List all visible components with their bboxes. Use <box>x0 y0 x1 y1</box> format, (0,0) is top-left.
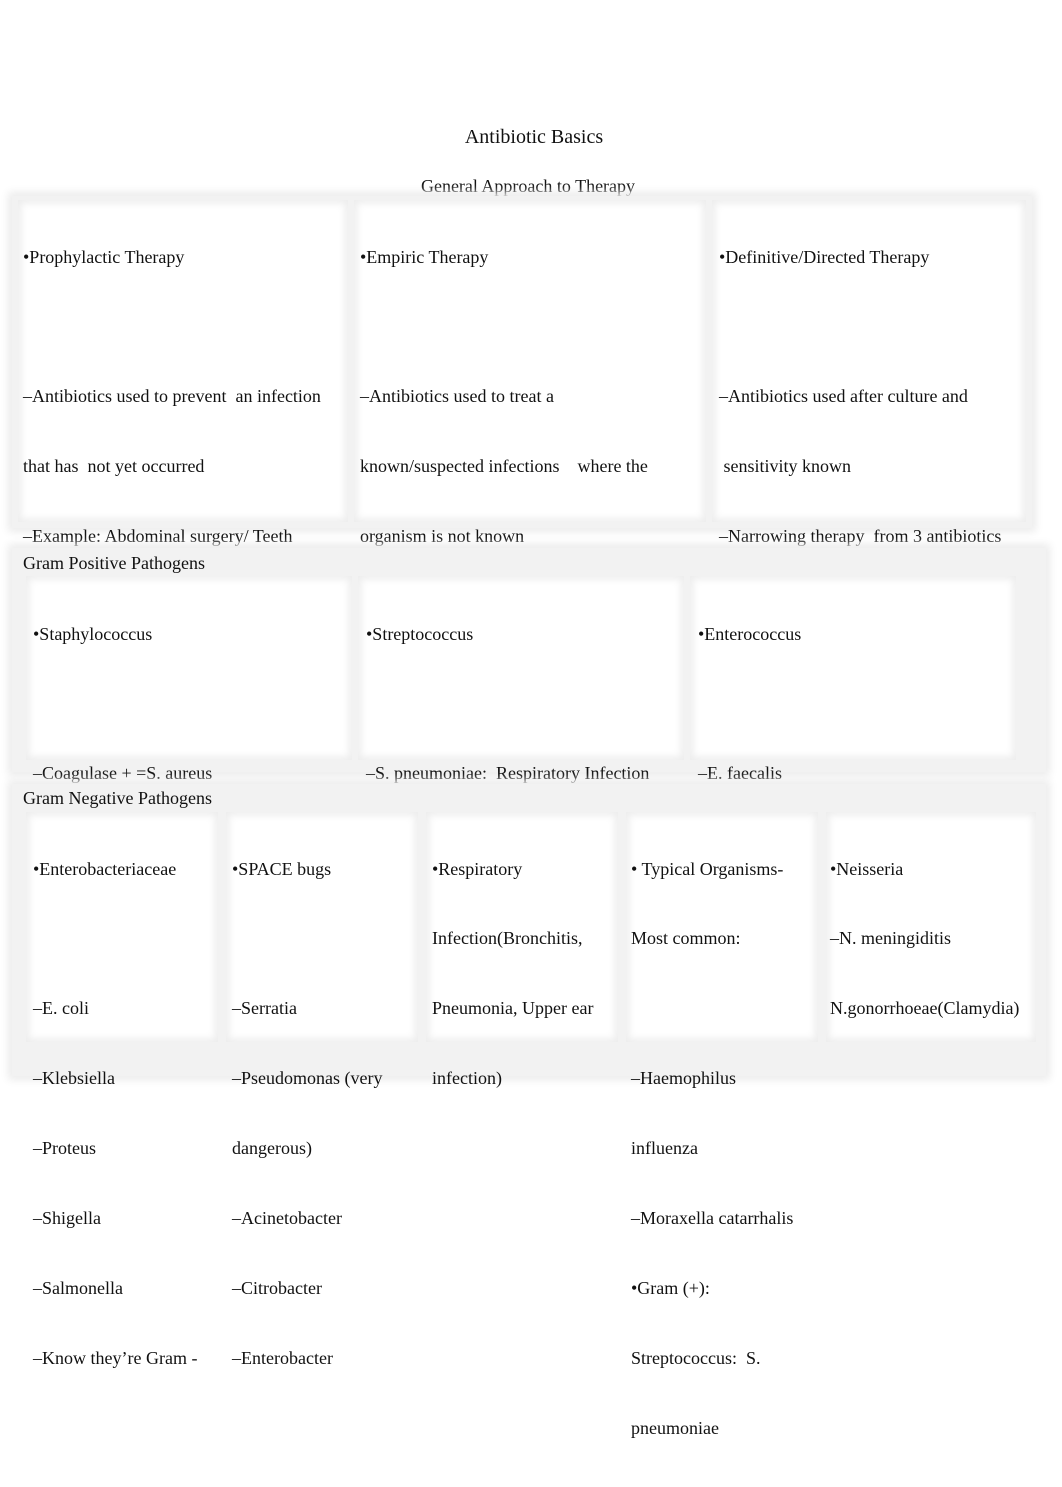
col-heading: •SPACE bugs <box>232 858 332 879</box>
gram-negative-col-enterobacteriaceae: •Enterobacteriaceae –E. coli –Klebsiella… <box>33 811 233 1417</box>
col-line <box>33 927 233 950</box>
col-line: organism is not known <box>360 526 525 547</box>
col-heading: •Empiric Therapy <box>360 246 489 267</box>
col-heading: • Typical Organisms- <box>631 858 784 879</box>
col-line: –Acinetobacter <box>232 1208 342 1229</box>
col-line: –Shigella <box>33 1208 101 1229</box>
col-line: –Example: Abdominal surgery/ Teeth <box>23 526 293 547</box>
col-line: that has not yet occurred <box>23 456 205 477</box>
col-line: influenza <box>631 1138 698 1159</box>
col-line: sensitivity known <box>719 456 852 477</box>
col-line: –Narrowing therapy from 3 antibiotics <box>719 526 1002 547</box>
col-line: –Antibiotics used to treat a <box>360 386 554 407</box>
gram-negative-col-space-bugs: •SPACE bugs –Serratia –Pseudomonas (very… <box>232 811 432 1417</box>
col-line: –Coagulase + =S. aureus <box>33 763 213 784</box>
col-line <box>23 315 353 338</box>
gram-negative-col-respiratory: •Respiratory Infection(Bronchitis, Pneum… <box>432 811 632 1137</box>
col-line: –E. coli <box>33 998 89 1019</box>
col-line: –Salmonella <box>33 1277 123 1298</box>
gram-negative-col-typical-organisms: • Typical Organisms- Most common: –Haemo… <box>631 811 831 1487</box>
document-title: Antibiotic Basics <box>464 126 604 148</box>
col-line: –Citrobacter <box>232 1277 322 1298</box>
col-line: •Gram (+): <box>631 1277 710 1298</box>
col-line: –Moraxella catarrhalis <box>631 1208 794 1229</box>
col-line: –E. faecalis <box>698 763 782 784</box>
col-line: N.gonorrhoeae(Clamydia) <box>830 998 1020 1019</box>
approach-heading: General Approach to Therapy <box>420 176 636 196</box>
col-line: Infection(Bronchitis, <box>432 928 583 949</box>
gram-negative-col-neisseria: •Neisseria –N. meningiditis N.gonorrhoea… <box>830 811 1050 1067</box>
col-line: pneumoniae <box>631 1417 719 1438</box>
col-heading: •Prophylactic Therapy <box>23 246 185 267</box>
col-heading: •Enterococcus <box>698 623 802 644</box>
col-line: Streptococcus: S. <box>631 1347 761 1368</box>
col-line: known/suspected infections where the <box>360 456 648 477</box>
col-line: –Pseudomonas (very <box>232 1068 383 1089</box>
col-heading: •Neisseria <box>830 858 904 879</box>
col-line <box>366 692 686 715</box>
col-line: –Antibiotics used to prevent an infectio… <box>23 386 321 407</box>
gram-negative-heading: Gram Negative Pathogens <box>23 788 212 808</box>
gram-positive-heading: Gram Positive Pathogens <box>23 553 205 573</box>
col-line <box>232 927 432 950</box>
col-line <box>698 692 1018 715</box>
col-heading: •Staphylococcus <box>33 623 153 644</box>
col-line: –Klebsiella <box>33 1068 115 1089</box>
col-line: dangerous) <box>232 1138 312 1159</box>
col-heading: •Streptococcus <box>366 623 474 644</box>
col-line <box>33 692 353 715</box>
col-line: Most common: <box>631 928 741 949</box>
col-line: infection) <box>432 1068 502 1089</box>
col-line: –Antibiotics used after culture and <box>719 386 968 407</box>
col-line: –Haemophilus <box>631 1068 736 1089</box>
col-heading: •Respiratory <box>432 858 523 879</box>
col-line <box>631 997 831 1020</box>
col-line <box>360 315 710 338</box>
col-line: –S. pneumoniae: Respiratory Infection <box>366 763 650 784</box>
col-line: Pneumonia, Upper ear <box>432 998 594 1019</box>
col-line: –N. meningiditis <box>830 928 951 949</box>
col-line: –Proteus <box>33 1138 96 1159</box>
col-line: –Serratia <box>232 998 297 1019</box>
col-heading: •Definitive/Directed Therapy <box>719 246 930 267</box>
col-line <box>719 315 1039 338</box>
col-heading: •Enterobacteriaceae <box>33 858 177 879</box>
col-line: –Know they’re Gram - <box>33 1347 198 1368</box>
col-line: –Enterobacter <box>232 1347 333 1368</box>
